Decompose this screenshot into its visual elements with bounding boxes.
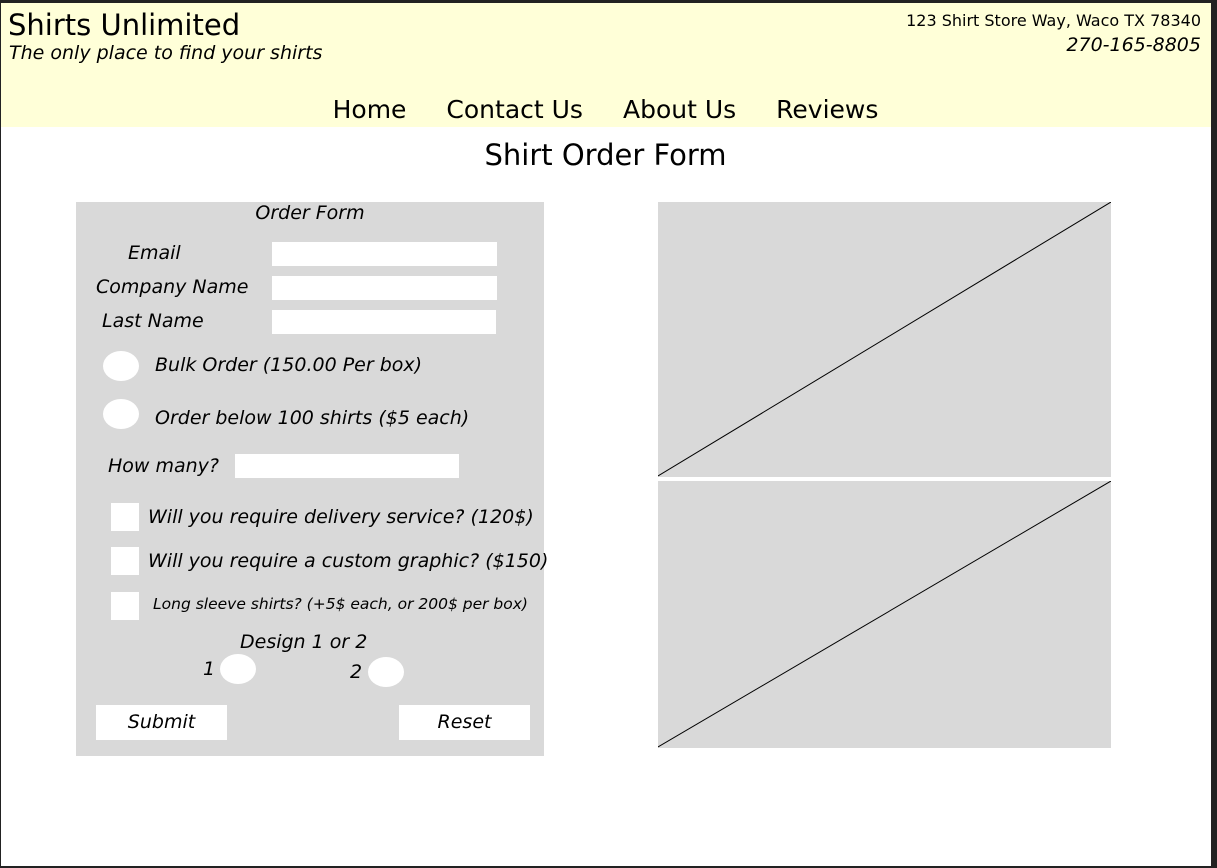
page-title: Shirt Order Form [484,138,727,172]
image-placeholder-bottom [658,481,1111,748]
company-name-label: Company Name [96,276,249,298]
how-many-field[interactable] [235,454,459,478]
store-address: 123 Shirt Store Way, Waco TX 78340 [906,11,1201,30]
image-placeholder-top [658,202,1111,477]
custom-graphic-label: Will you require a custom graphic? ($150… [148,550,549,572]
main-nav: Home Contact Us About Us Reviews [0,95,1211,124]
company-name-field[interactable] [272,276,497,300]
delivery-checkbox[interactable] [111,503,139,531]
design-2-label: 2 [350,661,363,683]
below-100-label: Order below 100 shirts ($5 each) [155,407,470,429]
design-1-radio[interactable] [220,654,256,684]
long-sleeve-label: Long sleeve shirts? (+5$ each, or 200$ p… [153,595,528,613]
nav-home[interactable]: Home [333,95,407,124]
last-name-field[interactable] [272,310,496,334]
email-label: Email [128,242,181,264]
design-choice-label: Design 1 or 2 [240,631,368,653]
placeholder-diagonal [658,202,1111,477]
bulk-order-label: Bulk Order (150.00 Per box) [155,354,423,376]
placeholder-diagonal [658,481,1111,748]
site-header: Shirts Unlimited The only place to find … [0,0,1211,127]
email-field[interactable] [272,242,497,266]
last-name-label: Last Name [102,310,204,332]
long-sleeve-checkbox[interactable] [111,592,139,620]
nav-contact-us[interactable]: Contact Us [446,95,583,124]
bulk-order-radio[interactable] [103,351,139,381]
design-2-radio[interactable] [368,657,404,687]
delivery-label: Will you require delivery service? (120$… [148,506,534,528]
custom-graphic-checkbox[interactable] [111,547,139,575]
site-tagline: The only place to find your shirts [9,42,323,64]
how-many-label: How many? [108,455,220,477]
store-phone: 270-165-8805 [1066,34,1201,56]
order-form-heading: Order Form [255,202,365,224]
nav-reviews[interactable]: Reviews [776,95,878,124]
design-1-label: 1 [203,658,216,680]
reset-button[interactable]: Reset [399,705,530,740]
below-100-radio[interactable] [103,399,139,429]
order-form-panel: Order Form Email Company Name Last Name … [76,202,548,756]
site-brand[interactable]: Shirts Unlimited [8,8,240,42]
nav-about-us[interactable]: About Us [623,95,736,124]
submit-button[interactable]: Submit [96,705,227,740]
